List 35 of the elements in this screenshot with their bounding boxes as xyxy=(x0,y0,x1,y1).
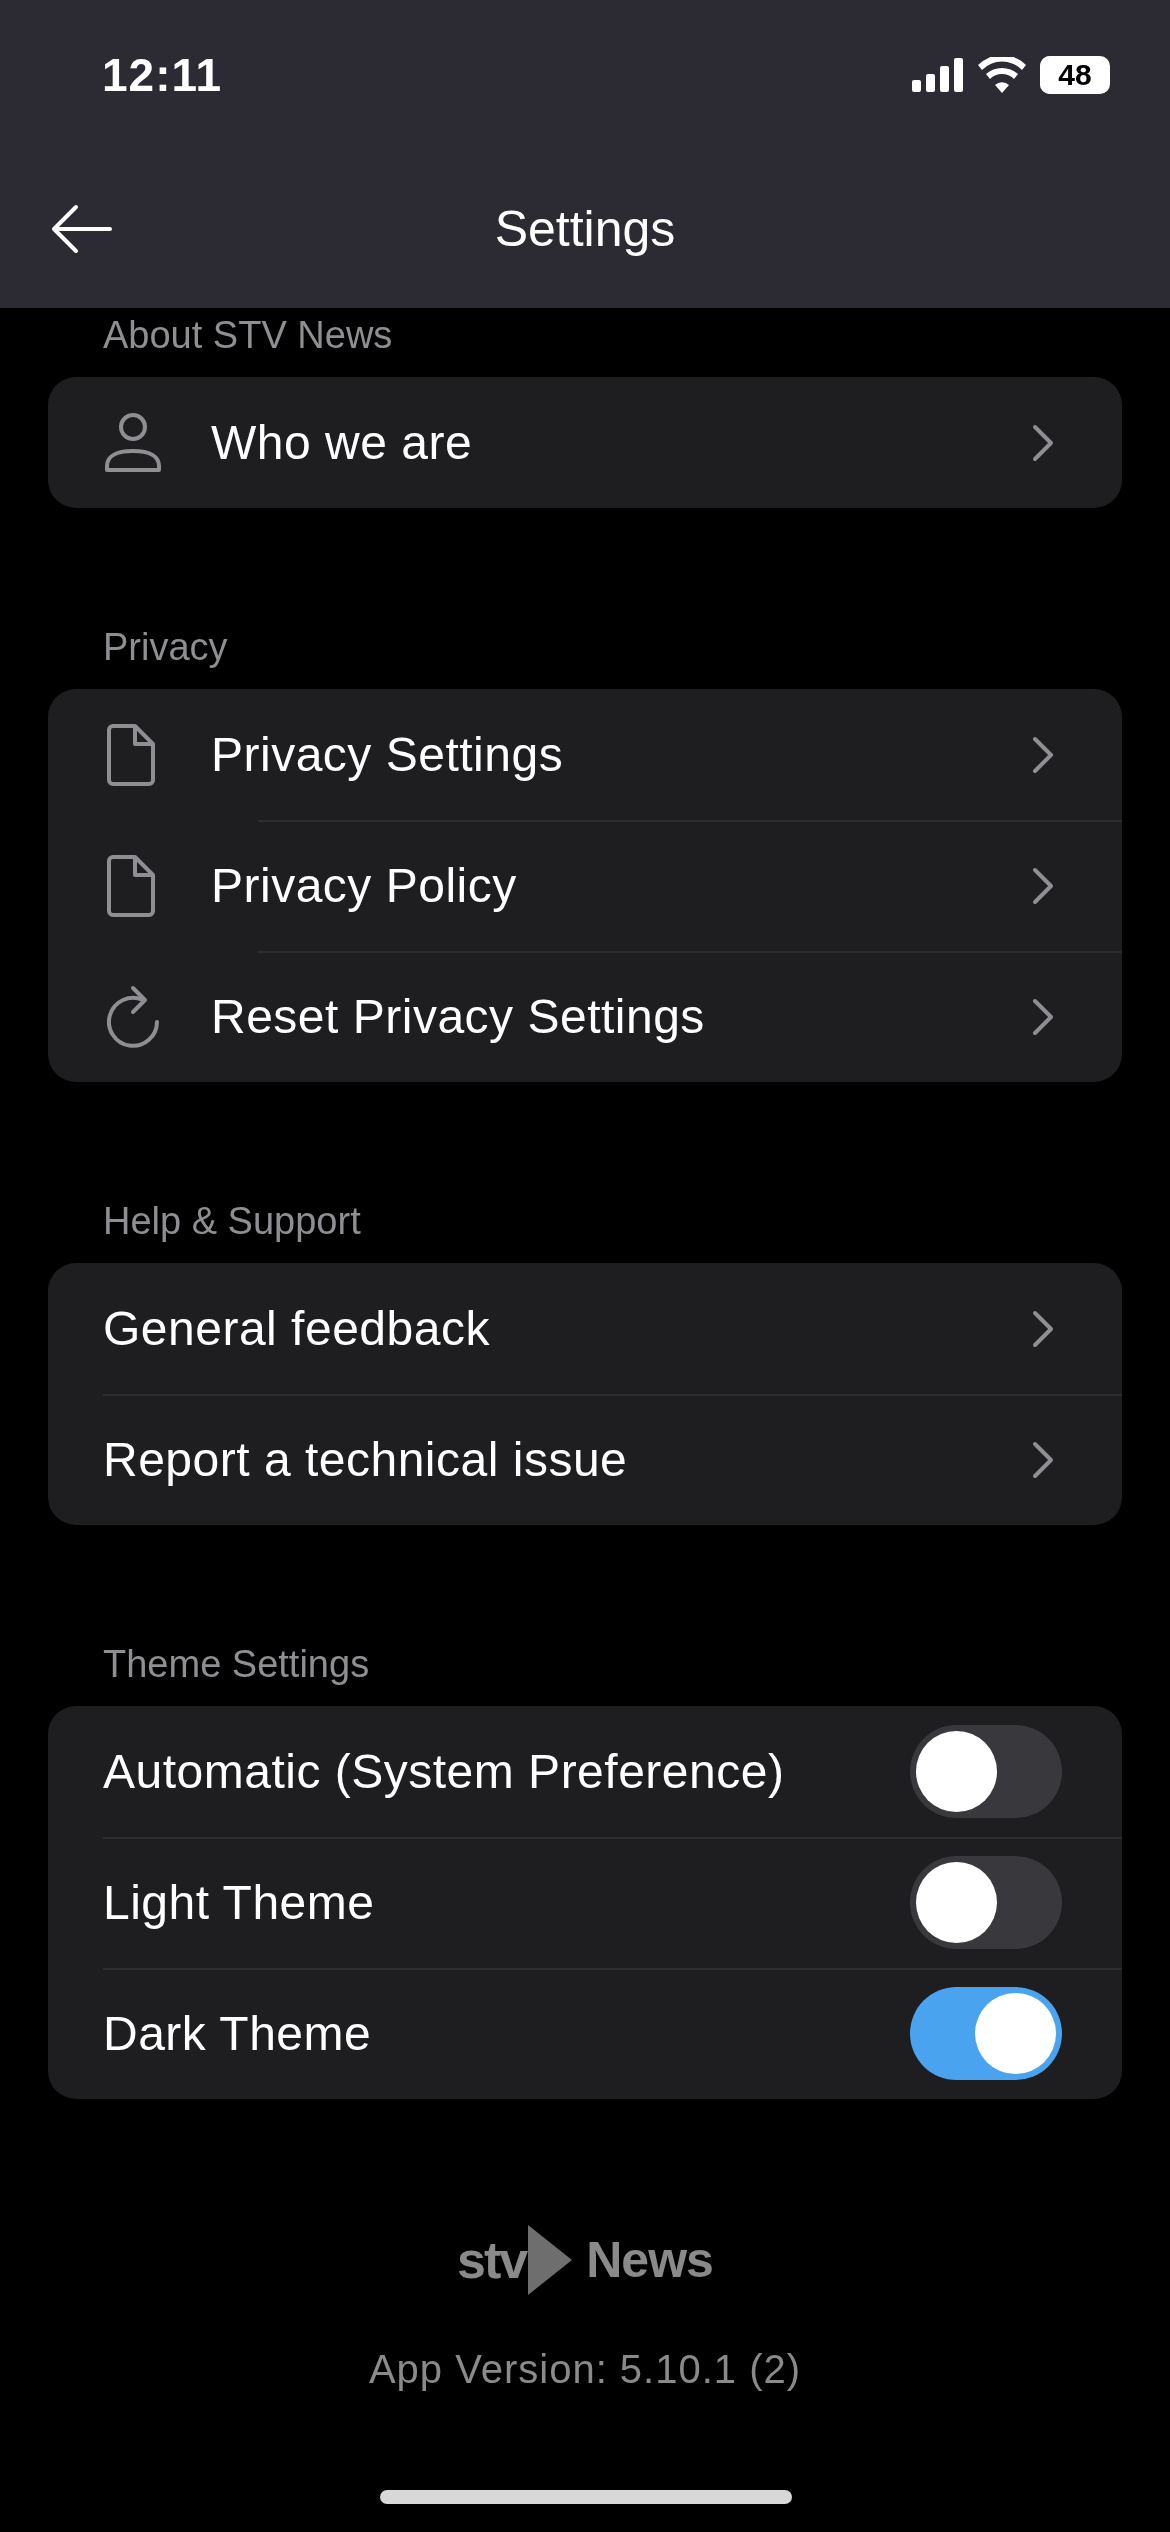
settings-row[interactable]: Report a technical issue xyxy=(48,1394,1122,1525)
row-label: Privacy Policy xyxy=(211,858,518,913)
logo-text: stv xyxy=(457,2230,527,2290)
status-time: 12:11 xyxy=(102,48,223,102)
settings-row[interactable]: Who we are xyxy=(48,377,1122,508)
page-title: Settings xyxy=(494,200,676,258)
row-label: Who we are xyxy=(211,415,474,470)
settings-row[interactable]: General feedback xyxy=(48,1263,1122,1394)
section-header: Help & Support xyxy=(102,1200,362,1243)
setting-label: Dark Theme xyxy=(103,2006,373,2061)
app-version: App Version: 5.10.1 (2) xyxy=(368,2347,802,2392)
chevron-icon xyxy=(1032,1309,1054,1348)
back-button[interactable] xyxy=(50,204,114,254)
row-label: Privacy Settings xyxy=(211,727,565,782)
settings-row[interactable]: Reset Privacy Settings xyxy=(48,951,1122,1082)
triangle-icon xyxy=(528,2225,573,2295)
chevron-icon xyxy=(1032,423,1054,462)
section-header: About STV News xyxy=(102,314,394,357)
chevron-icon xyxy=(1032,866,1054,905)
signal-icon xyxy=(912,58,964,92)
row-label: Reset Privacy Settings xyxy=(211,989,706,1044)
setting-label: Light Theme xyxy=(103,1875,376,1930)
chevron-icon xyxy=(1032,735,1054,774)
battery-icon: 48 xyxy=(1040,56,1110,94)
section-header: Privacy xyxy=(102,626,229,669)
chevron-icon xyxy=(1032,1440,1054,1479)
wifi-icon xyxy=(978,57,1026,93)
settings-row[interactable]: Privacy Policy xyxy=(48,820,1122,951)
section-header: Theme Settings xyxy=(102,1643,371,1686)
logo-text: News xyxy=(586,2231,713,2289)
setting-label: Automatic (System Preference) xyxy=(103,1744,786,1799)
row-label: General feedback xyxy=(103,1301,491,1356)
settings-row[interactable]: Privacy Settings xyxy=(48,689,1122,820)
row-label: Report a technical issue xyxy=(103,1432,629,1487)
chevron-icon xyxy=(1032,997,1054,1036)
